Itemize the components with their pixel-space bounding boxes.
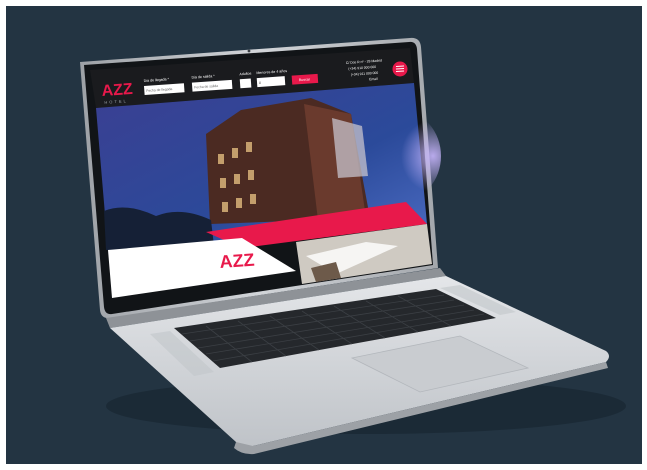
intro-logo: AZZ bbox=[219, 250, 255, 272]
contact-email[interactable]: Email bbox=[369, 77, 378, 82]
hero-light-glow bbox=[361, 111, 441, 201]
header-logo-text: AZZ bbox=[101, 81, 133, 100]
laptop-mockup: AZZ AZZ HOTEL Dia de llegada * Fecha de … bbox=[80, 37, 626, 455]
product-mockup-scene: AZZ AZZ HOTEL Dia de llegada * Fecha de … bbox=[6, 6, 642, 464]
menu-button[interactable] bbox=[392, 61, 408, 77]
search-button-label: Buscar bbox=[299, 77, 311, 82]
website-screen: AZZ AZZ HOTEL Dia de llegada * Fecha de … bbox=[90, 48, 441, 298]
adults-input[interactable] bbox=[239, 78, 252, 89]
webcam bbox=[247, 49, 251, 53]
intro-logo-text: AZZ bbox=[219, 250, 255, 272]
adults-label: Adultos bbox=[239, 71, 251, 76]
